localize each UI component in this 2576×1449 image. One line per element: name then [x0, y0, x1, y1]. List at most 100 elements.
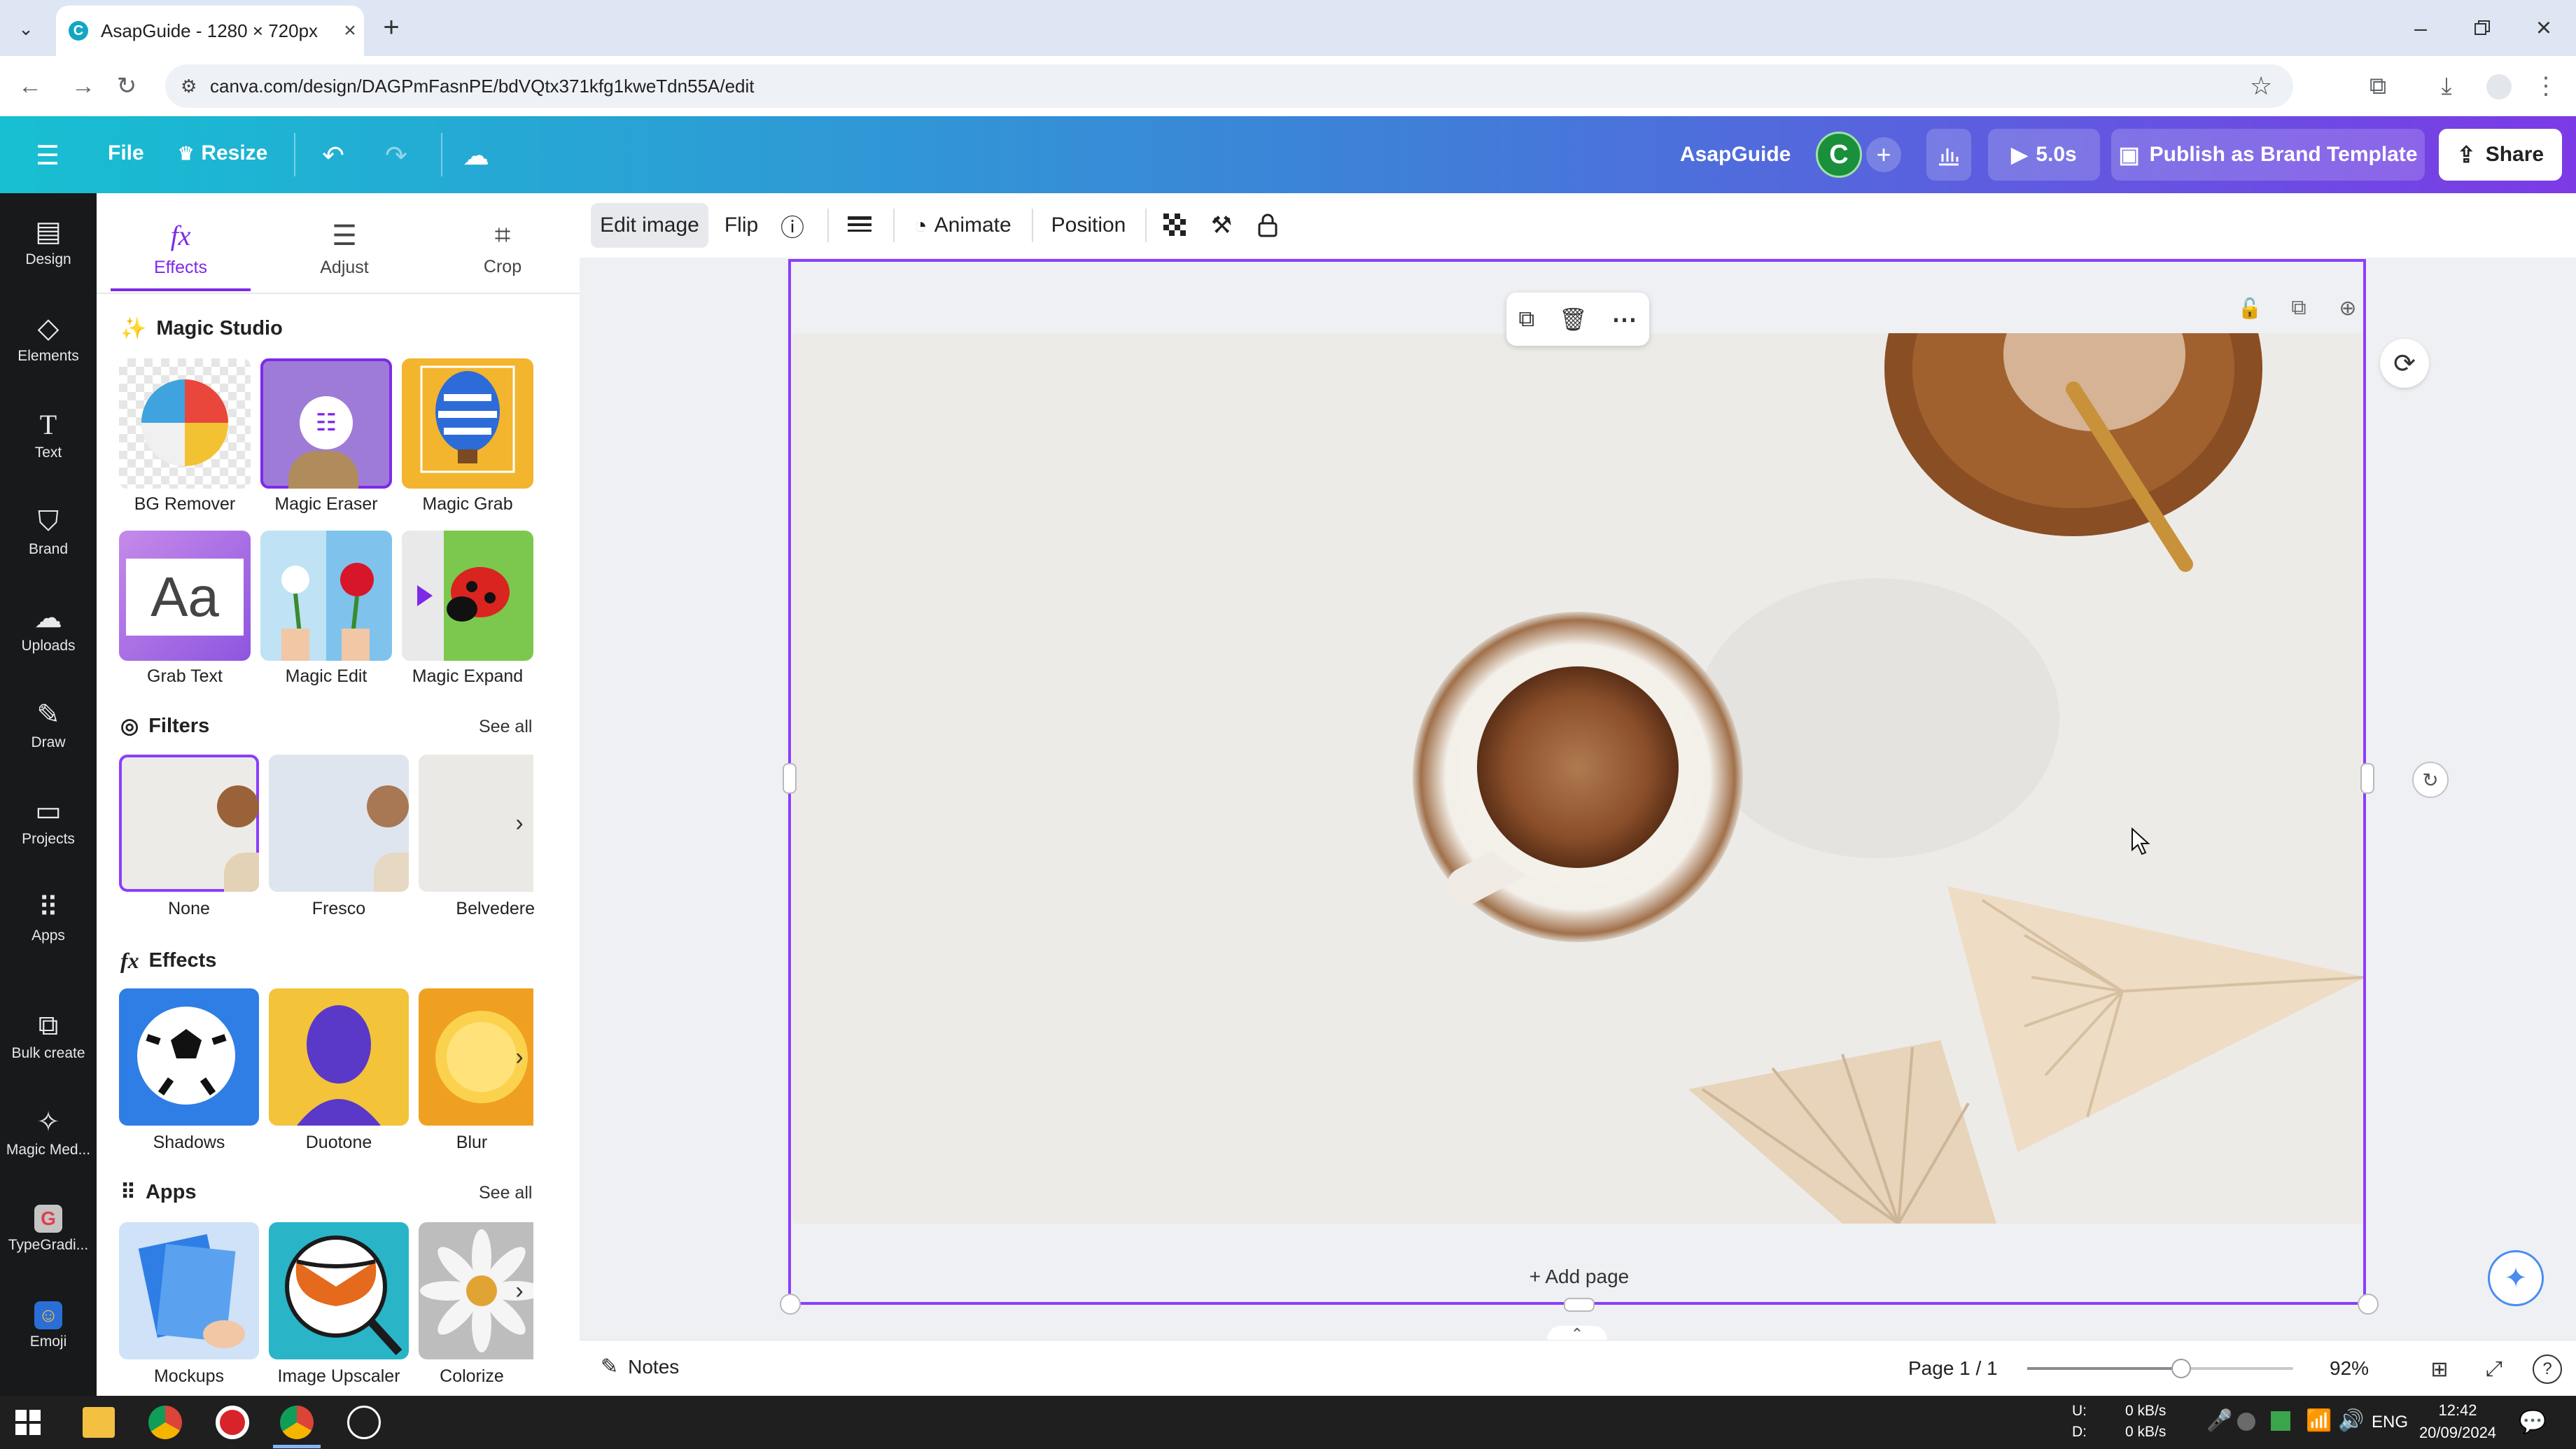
magic-edit-tile[interactable]: [260, 531, 392, 661]
url-field[interactable]: ⚙ canva.com/design/DAGPmFasnPE/bdVQtx371…: [165, 64, 2293, 108]
duplicate-icon[interactable]: ⧉: [1518, 306, 1534, 332]
effects-next-chevron-icon[interactable]: ›: [507, 1042, 532, 1072]
tab-adjust[interactable]: ☰ Adjust: [274, 210, 414, 287]
position-button[interactable]: Position: [1043, 203, 1134, 248]
magic-assistant-sparkle-icon[interactable]: ✦: [2488, 1250, 2544, 1306]
filter-none-tile[interactable]: [119, 755, 259, 892]
delete-trash-icon[interactable]: 🗑: [1559, 306, 1588, 332]
magic-eraser-tile[interactable]: ☷: [260, 358, 392, 489]
rail-item-bulk-create[interactable]: ⧉ Bulk create: [0, 994, 97, 1078]
redo-icon[interactable]: ↷: [375, 136, 417, 175]
microphone-icon[interactable]: 🎤: [2206, 1408, 2232, 1433]
resize-handle-bottom-right[interactable]: [2358, 1294, 2379, 1315]
back-icon[interactable]: ←: [13, 69, 48, 104]
grab-text-tile[interactable]: Aa: [119, 531, 251, 661]
insights-chart-icon[interactable]: [1926, 129, 1971, 181]
rotate-icon[interactable]: ↻: [2412, 762, 2449, 798]
resize-handle-left[interactable]: [783, 763, 797, 794]
tab-close-icon[interactable]: ×: [336, 19, 364, 43]
restore-window-icon[interactable]: [2464, 10, 2500, 46]
rail-item-design[interactable]: ▤ Design: [0, 200, 97, 284]
effect-shadows-tile[interactable]: [119, 988, 259, 1126]
clock-app-icon[interactable]: [347, 1406, 381, 1439]
rail-item-text[interactable]: T Text: [0, 393, 97, 477]
apps-see-all-link[interactable]: See all: [479, 1183, 532, 1203]
close-window-icon[interactable]: ×: [2526, 10, 2562, 46]
rail-item-projects[interactable]: ▭ Projects: [0, 780, 97, 864]
rail-item-apps[interactable]: ⠿ Apps: [0, 876, 97, 960]
lock-page-icon[interactable]: 🔓: [2236, 294, 2264, 322]
effect-duotone-tile[interactable]: [269, 988, 409, 1126]
more-options-icon[interactable]: ⋯: [1612, 304, 1637, 334]
menu-hamburger-icon[interactable]: ☰: [28, 136, 67, 175]
file-menu-button[interactable]: File: [108, 141, 144, 165]
browser-menu-icon[interactable]: ⋮: [2528, 69, 2563, 104]
tab-effects[interactable]: fx Effects: [111, 210, 251, 287]
reload-icon[interactable]: ↻: [109, 69, 144, 104]
resize-handle-bottom-left[interactable]: [780, 1294, 801, 1315]
fullscreen-icon[interactable]: ⤢: [2479, 1354, 2509, 1384]
zoom-slider-thumb[interactable]: [2171, 1359, 2192, 1378]
user-avatar[interactable]: C: [1816, 132, 1862, 178]
clock-time[interactable]: 12:42: [2419, 1401, 2496, 1420]
chrome-icon[interactable]: [148, 1406, 182, 1439]
notification-icon[interactable]: 💬: [2519, 1408, 2547, 1435]
border-style-icon[interactable]: [839, 203, 881, 248]
clock-date[interactable]: 20/09/2024: [2412, 1424, 2503, 1442]
resize-button[interactable]: ♛ Resize: [178, 141, 267, 165]
resize-handle-right[interactable]: [2360, 763, 2374, 794]
wifi-icon[interactable]: 📶: [2306, 1408, 2332, 1433]
flip-button[interactable]: Flip: [717, 203, 766, 248]
browser-tab[interactable]: C AsapGuide - 1280 × 720px ×: [56, 6, 364, 56]
bookmark-star-icon[interactable]: ☆: [2250, 71, 2272, 101]
minimize-window-icon[interactable]: –: [2402, 10, 2439, 46]
info-icon[interactable]: ⓘ: [771, 203, 813, 248]
transparency-icon[interactable]: [1155, 203, 1196, 248]
site-info-icon[interactable]: ⚙: [181, 76, 197, 97]
tray-app-icon[interactable]: [2237, 1413, 2255, 1431]
rail-item-magic-media[interactable]: ✧ Magic Med...: [0, 1091, 97, 1175]
forward-icon[interactable]: →: [66, 69, 101, 104]
notes-button[interactable]: ✎ Notes: [601, 1354, 679, 1379]
app-mockups-tile[interactable]: [119, 1222, 259, 1359]
resize-handle-bottom[interactable]: [1564, 1298, 1595, 1312]
download-icon[interactable]: ⤓: [2429, 69, 2464, 104]
rail-item-typegradient[interactable]: G TypeGradi...: [0, 1187, 97, 1271]
refresh-icon[interactable]: ⟳: [2380, 339, 2429, 388]
recorder-icon[interactable]: [216, 1406, 249, 1439]
bg-remover-tile[interactable]: [119, 358, 251, 489]
volume-icon[interactable]: 🔊: [2338, 1408, 2364, 1433]
filter-fresco-tile[interactable]: [269, 755, 409, 892]
rail-item-brand[interactable]: ⛉ Brand: [0, 490, 97, 574]
invite-plus-icon[interactable]: +: [1866, 137, 1901, 172]
magic-grab-tile[interactable]: [402, 358, 533, 489]
animate-button[interactable]: ◔ Animate: [903, 203, 1022, 248]
duplicate-page-icon[interactable]: ⧉: [2285, 294, 2313, 322]
file-explorer-icon[interactable]: [83, 1407, 115, 1438]
publish-brand-template-button[interactable]: ▣ Publish as Brand Template: [2111, 129, 2425, 181]
cloud-sync-icon[interactable]: ☁: [455, 136, 497, 175]
magic-expand-tile[interactable]: [402, 531, 533, 661]
zoom-slider-track[interactable]: [2027, 1367, 2293, 1370]
windows-start-icon[interactable]: [15, 1410, 41, 1438]
app-image-upscaler-tile[interactable]: [269, 1222, 409, 1359]
grid-view-icon[interactable]: ⊞: [2425, 1354, 2454, 1384]
extensions-icon[interactable]: ⧉: [2360, 69, 2395, 104]
undo-icon[interactable]: ↶: [312, 136, 354, 175]
apps-next-chevron-icon[interactable]: ›: [507, 1275, 532, 1306]
filters-see-all-link[interactable]: See all: [479, 717, 532, 737]
rail-item-uploads[interactable]: ☁ Uploads: [0, 587, 97, 671]
present-timer-button[interactable]: ▶ 5.0s: [1988, 129, 2100, 181]
rail-item-elements[interactable]: ◇ Elements: [0, 297, 97, 381]
paint-roller-icon[interactable]: ⚒: [1201, 203, 1242, 248]
add-page-icon[interactable]: ⊕: [2334, 294, 2362, 322]
chrome-active-icon[interactable]: [280, 1406, 314, 1439]
profile-avatar[interactable]: [2486, 74, 2512, 99]
language-indicator[interactable]: ENG: [2372, 1413, 2408, 1432]
lock-icon[interactable]: [1247, 203, 1288, 248]
filters-next-chevron-icon[interactable]: ›: [507, 808, 532, 839]
rail-item-draw[interactable]: ✎ Draw: [0, 683, 97, 767]
new-tab-button[interactable]: +: [375, 11, 407, 43]
page-indicator[interactable]: Page 1 / 1: [1908, 1357, 1998, 1380]
design-title[interactable]: AsapGuide: [1680, 143, 1791, 167]
